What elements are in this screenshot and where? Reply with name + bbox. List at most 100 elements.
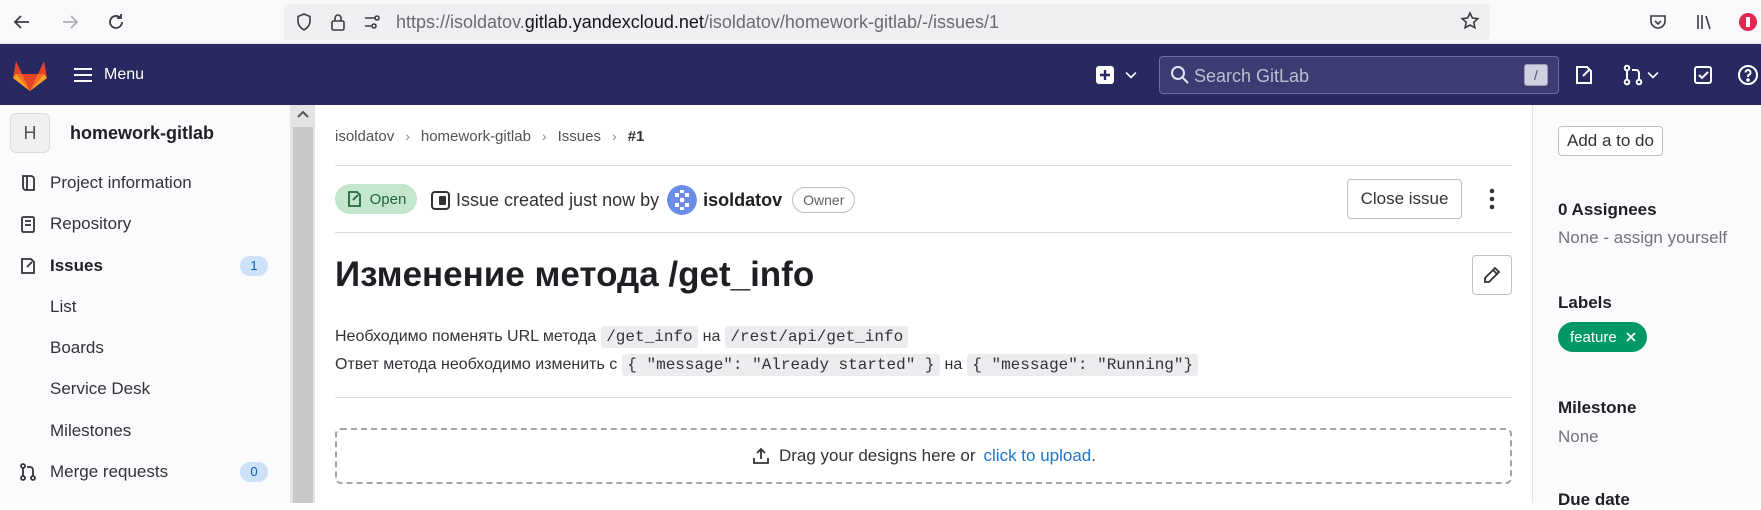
milestone-value[interactable]: None: [1558, 427, 1599, 447]
sidebar-item-label: Repository: [50, 214, 132, 233]
inline-code: { "message": "Running"}: [967, 354, 1199, 376]
search-shortcut: /: [1524, 64, 1548, 86]
permissions-icon[interactable]: [362, 12, 382, 32]
project-info-icon: [18, 173, 38, 193]
sidebar-item-label: Project information: [50, 173, 192, 192]
merge-requests-icon[interactable]: [1620, 62, 1646, 88]
description-text: Необходимо поменять URL метода: [335, 328, 597, 345]
back-icon[interactable]: [8, 8, 36, 36]
extension-icon[interactable]: [1734, 8, 1761, 36]
more-actions-icon[interactable]: [1480, 184, 1504, 214]
menu-label: Menu: [104, 66, 145, 83]
sidebar-item-service-desk[interactable]: Service Desk: [50, 371, 150, 407]
inline-code: /get_info: [601, 326, 698, 348]
help-icon[interactable]: [1735, 62, 1761, 88]
gitlab-logo-icon[interactable]: [12, 58, 48, 92]
description-text: на: [702, 328, 721, 345]
description-text: на: [944, 356, 963, 373]
pocket-icon[interactable]: [1644, 8, 1672, 36]
remove-label-icon[interactable]: [1625, 331, 1637, 343]
status-label: Open: [369, 190, 407, 208]
hamburger-icon: [74, 68, 92, 82]
reload-icon[interactable]: [102, 8, 130, 36]
tracking-shield-icon[interactable]: [294, 12, 314, 32]
milestone-heading: Milestone: [1558, 398, 1637, 417]
upload-icon: [753, 447, 769, 464]
project-avatar: H: [10, 113, 50, 153]
breadcrumb-current[interactable]: #1: [628, 128, 645, 145]
forward-icon[interactable]: [56, 8, 84, 36]
divider: [335, 232, 1512, 233]
assignees-value[interactable]: None - assign yourself: [1558, 228, 1727, 248]
issues-icon[interactable]: [1571, 62, 1597, 88]
add-todo-button[interactable]: Add a to do: [1558, 126, 1663, 156]
issue-type-icon: [431, 191, 450, 210]
breadcrumb-item[interactable]: homework-gitlab: [421, 128, 531, 145]
issue-open-icon: [347, 191, 361, 207]
issues-count-badge: 1: [240, 256, 268, 276]
design-upload-dropzone[interactable]: Drag your designs here or click to upload…: [335, 428, 1512, 484]
inline-code: { "message": "Already started" }: [622, 354, 940, 376]
issues-nav-icon: [18, 256, 38, 276]
pencil-icon: [1484, 266, 1501, 283]
library-icon[interactable]: [1690, 8, 1718, 36]
description-line: Ответ метода необходимо изменить с { "me…: [335, 352, 1203, 378]
breadcrumb-separator-icon: ›: [405, 128, 410, 144]
label-feature[interactable]: feature: [1558, 322, 1647, 352]
issue-meta-text: Issue created just now by: [456, 189, 660, 210]
scrollbar-thumb[interactable]: [293, 127, 313, 503]
address-bar[interactable]: https://isoldatov.gitlab.yandexcloud.net…: [284, 4, 1490, 40]
search-placeholder: Search GitLab: [1194, 66, 1310, 86]
sidebar-item-project-information[interactable]: Project information: [18, 165, 192, 201]
upload-link[interactable]: click to upload: [984, 446, 1092, 466]
lock-icon[interactable]: [328, 12, 348, 32]
sidebar-item-milestones[interactable]: Milestones: [50, 413, 131, 449]
description-line: Необходимо поменять URL метода /get_info…: [335, 324, 913, 350]
author-avatar[interactable]: [667, 185, 698, 215]
menu-button[interactable]: Menu: [72, 58, 144, 92]
author-name[interactable]: isoldatov: [703, 190, 782, 211]
mr-chevron-down-icon[interactable]: [1644, 62, 1662, 88]
issue-title: Изменение метода /get_info: [335, 255, 815, 294]
breadcrumb: isoldatov › homework-gitlab › Issues › #…: [335, 125, 644, 147]
browser-toolbar: https://isoldatov.gitlab.yandexcloud.net…: [0, 0, 1761, 44]
upload-text-end: .: [1091, 446, 1096, 465]
sidebar-item-boards[interactable]: Boards: [50, 330, 104, 366]
sidebar-item-merge-requests[interactable]: Merge requests: [18, 454, 168, 490]
divider: [335, 397, 1512, 398]
upload-text: Drag your designs here or: [778, 446, 976, 465]
labels-heading: Labels: [1558, 293, 1612, 312]
sidebar-item-list[interactable]: List: [50, 289, 76, 325]
sidebar-item-label: Merge requests: [50, 462, 169, 481]
chevron-down-icon[interactable]: [1122, 62, 1140, 88]
description-text: Ответ метода необходимо изменить с: [335, 356, 618, 373]
repository-icon: [18, 214, 38, 234]
project-name: homework-gitlab: [70, 122, 215, 143]
merge-requests-count-badge: 0: [240, 462, 268, 482]
breadcrumb-item[interactable]: isoldatov: [335, 128, 394, 145]
edit-title-button[interactable]: [1472, 255, 1512, 295]
due-date-heading: Due date: [1558, 490, 1630, 509]
search-icon: [1171, 66, 1189, 84]
inline-code: /rest/api/get_info: [725, 326, 909, 348]
sidebar-scrollbar[interactable]: [291, 105, 315, 503]
breadcrumb-separator-icon: ›: [541, 128, 547, 144]
gitlab-header: Menu Search GitLab /: [0, 44, 1761, 105]
merge-request-icon: [18, 462, 38, 482]
label-text: feature: [1570, 328, 1617, 346]
role-badge: Owner: [792, 187, 856, 213]
search-input[interactable]: Search GitLab /: [1159, 56, 1559, 94]
sidebar-item-repository[interactable]: Repository: [18, 206, 131, 242]
breadcrumb-item[interactable]: Issues: [558, 128, 601, 145]
scroll-up-icon[interactable]: [295, 107, 311, 121]
project-header[interactable]: H homework-gitlab: [10, 113, 214, 153]
todos-icon[interactable]: [1690, 62, 1716, 88]
sidebar-item-label: Issues: [50, 256, 103, 275]
url-text[interactable]: https://isoldatov.gitlab.yandexcloud.net…: [396, 4, 999, 40]
create-new-icon[interactable]: [1092, 62, 1118, 88]
issue-meta: Issue created just now by isoldatov Owne…: [430, 185, 856, 215]
close-issue-button[interactable]: Close issue: [1347, 179, 1462, 219]
sidebar-item-issues[interactable]: Issues: [18, 248, 103, 284]
breadcrumb-separator-icon: ›: [611, 128, 617, 144]
bookmark-star-icon[interactable]: [1460, 11, 1480, 31]
